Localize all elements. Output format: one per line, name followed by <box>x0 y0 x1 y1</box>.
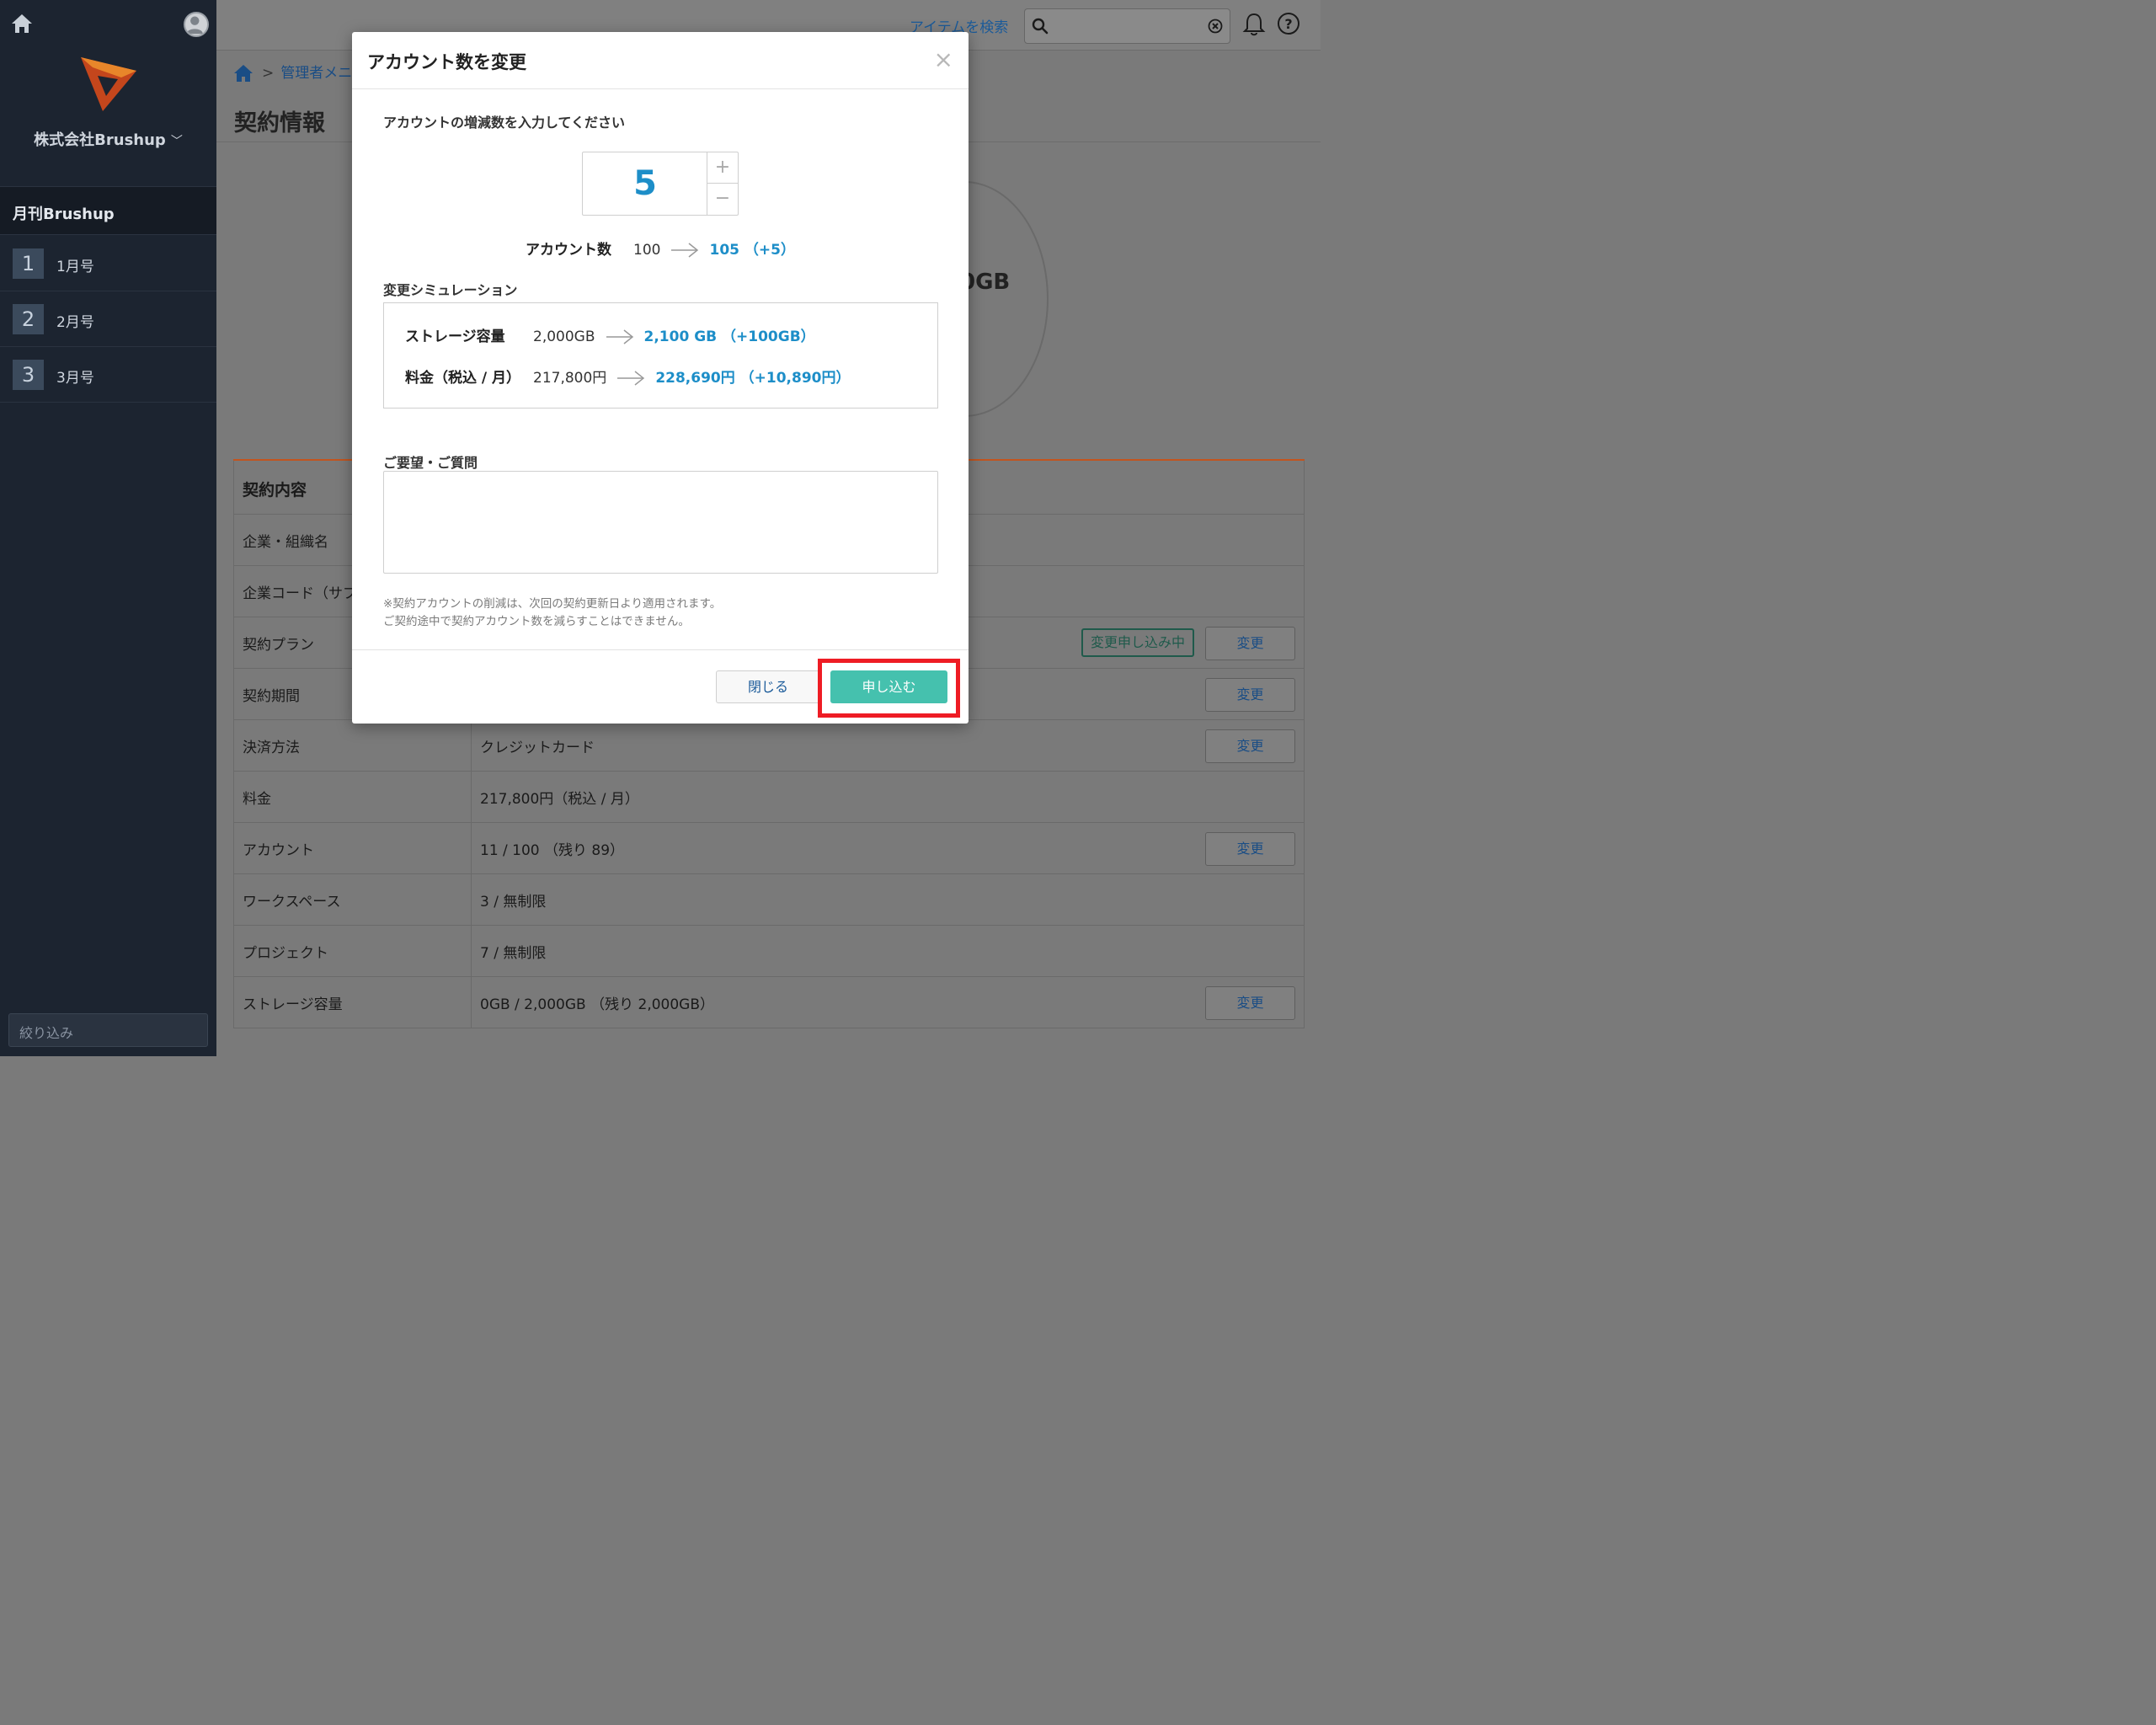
row-value: 3 / 無制限 <box>480 894 547 911</box>
row-label: アカウント <box>234 823 472 873</box>
help-icon[interactable]: ? <box>1277 12 1300 35</box>
issue-number-badge: 1 <box>13 248 44 279</box>
status-badge: 変更申し込み中 <box>1081 628 1194 657</box>
arrow-right-icon <box>671 243 699 258</box>
brushup-logo <box>81 57 136 111</box>
table-row: アカウント 11 / 100 （残り 89） 変更 <box>233 823 1305 874</box>
row-value: 7 / 無制限 <box>480 945 547 962</box>
row-value: 0GB / 2,000GB （残り 2,000GB） <box>480 996 715 1013</box>
row-label: 料金 <box>234 772 472 822</box>
minus-icon[interactable]: − <box>707 184 738 215</box>
stepper-buttons: + − <box>707 152 738 215</box>
account-reduction-note: ※契約アカウントの削減は、次回の契約更新日より適用されます。 ご契約途中で契約ア… <box>383 595 721 631</box>
breadcrumb-separator: > <box>262 65 275 82</box>
sidebar-item-label: 1月号 <box>56 259 94 275</box>
highlight-box <box>818 659 960 718</box>
simulation-row-storage: ストレージ容量 2,000GB 2,100 GB （+100GB） <box>405 324 815 345</box>
row-value: 11 / 100 （残り 89） <box>480 842 625 859</box>
change-account-modal: アカウント数を変更 × アカウントの増減数を入力してください 5 + − アカウ… <box>352 32 969 724</box>
note-line: ※契約アカウントの削減は、次回の契約更新日より適用されます。 <box>383 597 722 611</box>
home-icon[interactable] <box>10 12 34 35</box>
svg-text:?: ? <box>1284 16 1292 32</box>
request-textarea[interactable] <box>383 471 938 574</box>
simulation-box: ストレージ容量 2,000GB 2,100 GB （+100GB） 料金（税込 / … <box>383 302 938 409</box>
breadcrumb-item-admin[interactable]: 管理者メニ <box>280 65 352 82</box>
simulation-row-price: 料金（税込 / 月） 217,800円 228,690円 （+10,890円） <box>405 366 851 387</box>
account-count-label: アカウント数 <box>526 242 612 259</box>
avatar[interactable] <box>184 12 209 37</box>
clear-icon[interactable] <box>1208 19 1223 34</box>
divider <box>352 649 969 650</box>
bell-icon[interactable] <box>1242 12 1266 37</box>
sidebar-section-title[interactable]: 月刊Brushup <box>0 186 216 235</box>
price-new: 228,690円 （+10,890円） <box>655 370 851 387</box>
quantity-stepper: 5 + − <box>582 152 739 216</box>
account-count-new: 105 （+5） <box>709 242 795 259</box>
plus-icon[interactable]: + <box>707 152 738 184</box>
account-count-old: 100 <box>633 242 661 259</box>
sidebar-item-2[interactable]: 2 2月号 <box>0 291 216 347</box>
table-row: ストレージ容量 0GB / 2,000GB （残り 2,000GB） 変更 <box>233 977 1305 1028</box>
account-count-change: アカウント数 100 105 （+5） <box>352 238 969 259</box>
company-switcher[interactable]: 株式会社Brushup ﹀ <box>0 128 216 150</box>
account-delta-prompt: アカウントの増減数を入力してください <box>383 115 626 131</box>
table-row: ワークスペース 3 / 無制限 <box>233 874 1305 926</box>
storage-old: 2,000GB <box>533 328 595 345</box>
page-title: 契約情報 <box>234 110 325 136</box>
row-label: ワークスペース <box>234 874 472 925</box>
change-plan-button[interactable]: 変更 <box>1205 627 1295 660</box>
search-input[interactable] <box>1024 8 1230 44</box>
price-label: 料金（税込 / 月） <box>405 370 521 387</box>
sidebar-filter-input[interactable]: 絞り込み <box>8 1013 208 1047</box>
change-payment-button[interactable]: 変更 <box>1205 729 1295 763</box>
change-account-button[interactable]: 変更 <box>1205 832 1295 866</box>
change-period-button[interactable]: 変更 <box>1205 678 1295 712</box>
close-button[interactable]: 閉じる <box>716 670 820 703</box>
home-icon[interactable] <box>233 64 253 83</box>
issue-number-badge: 2 <box>13 304 44 334</box>
table-row: プロジェクト 7 / 無制限 <box>233 926 1305 977</box>
sidebar-item-label: 3月号 <box>56 370 94 387</box>
modal-title: アカウント数を変更 <box>367 52 526 72</box>
row-label: ストレージ容量 <box>234 977 472 1028</box>
row-value: クレジットカード <box>480 740 595 756</box>
sidebar-item-3[interactable]: 3 3月号 <box>0 347 216 403</box>
sidebar-item-label: 2月号 <box>56 314 94 331</box>
search-icon <box>1032 18 1049 35</box>
stepper-value-input[interactable]: 5 <box>583 152 707 215</box>
breadcrumb: > 管理者メニ <box>233 61 352 83</box>
company-name: 株式会社Brushup <box>34 131 166 149</box>
note-line: ご契約途中で契約アカウント数を減らすことはできません。 <box>383 615 690 628</box>
chevron-down-icon: ﹀ <box>170 135 183 148</box>
request-title: ご要望・ご質問 <box>383 455 478 471</box>
table-row: 決済方法 クレジットカード 変更 <box>233 720 1305 772</box>
simulation-title: 変更シミュレーション <box>383 282 518 298</box>
row-label: プロジェクト <box>234 926 472 976</box>
storage-label: ストレージ容量 <box>405 328 505 345</box>
issue-number-badge: 3 <box>13 360 44 390</box>
row-label: 決済方法 <box>234 720 472 771</box>
arrow-right-icon <box>617 371 645 386</box>
sidebar-item-1[interactable]: 1 1月号 <box>0 236 216 291</box>
storage-new: 2,100 GB （+100GB） <box>643 328 815 345</box>
sidebar: 株式会社Brushup ﹀ 月刊Brushup 1 1月号 2 2月号 3 3月号… <box>0 0 216 1056</box>
change-storage-button[interactable]: 変更 <box>1205 986 1295 1020</box>
modal-header: アカウント数を変更 × <box>352 32 969 89</box>
close-icon[interactable]: × <box>934 45 953 73</box>
arrow-right-icon <box>606 329 633 344</box>
price-old: 217,800円 <box>533 370 607 387</box>
table-row: 料金 217,800円（税込 / 月） <box>233 772 1305 823</box>
row-value: 217,800円（税込 / 月） <box>480 791 639 808</box>
